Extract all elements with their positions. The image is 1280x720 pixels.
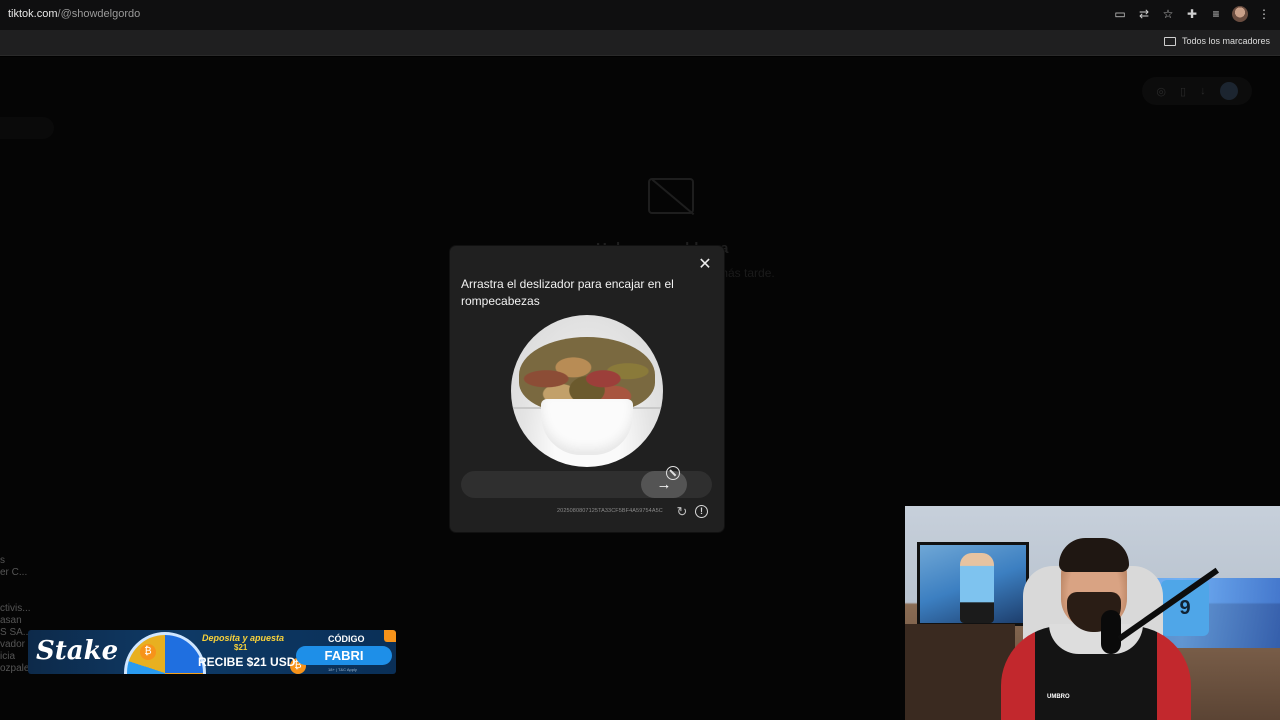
slider-handle[interactable]: → <box>641 471 687 498</box>
page-top-actions: ◎ ▯ ↓ <box>1142 77 1252 105</box>
phone-icon[interactable]: ▯ <box>1180 85 1186 98</box>
all-bookmarks-label: Todos los marcadores <box>1181 36 1270 46</box>
ad-offer: RECIBE $21 USD <box>198 655 296 669</box>
profile-avatar[interactable] <box>1232 6 1248 22</box>
menu-icon[interactable]: ⋮ <box>1256 6 1272 22</box>
ad-headline: Deposita y apuesta <box>202 633 285 643</box>
sidebar-item[interactable]: asan <box>0 614 43 626</box>
translate-icon[interactable]: ⇄ <box>1136 6 1152 22</box>
microphone <box>1101 610 1121 654</box>
url-domain: tiktok.com <box>8 8 58 20</box>
sidebar-item[interactable] <box>0 578 43 590</box>
bitcoin-icon: ₿ <box>140 644 156 660</box>
captcha-dialog: ✕ Arrastra el deslizador para encajar en… <box>450 246 724 532</box>
plant-pot <box>541 399 633 455</box>
media-control-icon[interactable]: ≡ <box>1208 6 1224 22</box>
folder-icon <box>1163 36 1176 46</box>
cast-icon[interactable]: ▭ <box>1112 6 1128 22</box>
ad-amount: $21 <box>234 643 248 652</box>
stake-logo: Stake <box>36 636 119 666</box>
tv-player-figure <box>960 553 994 623</box>
refresh-icon[interactable]: ↻ <box>675 505 689 519</box>
ad-code: FABRI <box>296 646 392 665</box>
sidebar-item[interactable]: s <box>0 554 43 566</box>
browser-actions: ▭ ⇄ ☆ ✚ ≡ ⋮ <box>1112 6 1272 22</box>
ad-fine-print: 18+ | T&C Apply <box>328 667 357 672</box>
sidebar-item[interactable] <box>0 590 43 602</box>
puzzle-image <box>511 315 663 467</box>
ad-code-label: CÓDIGO <box>328 634 365 644</box>
stake-ad-banner[interactable]: ₿ ₿ Stake Deposita y apuesta $21 RECIBE … <box>28 630 396 674</box>
all-bookmarks-button[interactable]: Todos los marcadores <box>1163 36 1270 46</box>
wall-tv <box>917 542 1029 626</box>
close-button[interactable]: ✕ <box>696 256 714 274</box>
captcha-title: Arrastra el deslizador para encajar en e… <box>461 277 674 308</box>
browser-toolbar: tiktok.com/@showdelgordo ▭ ⇄ ☆ ✚ ≡ ⋮ <box>0 0 1280 30</box>
ad-corner-badge <box>384 630 396 642</box>
address-bar[interactable]: tiktok.com/@showdelgordo <box>8 8 140 20</box>
no-video-icon <box>648 178 694 214</box>
download-icon[interactable]: ↓ <box>1200 85 1206 97</box>
grab-cursor-icon <box>666 466 680 480</box>
streamer-webcam: 9 UMBRO <box>905 506 1280 720</box>
captcha-id: 2025080807125TA33CF5BF4A59754A5C <box>557 508 663 514</box>
extensions-icon[interactable]: ✚ <box>1184 6 1200 22</box>
search-pill[interactable] <box>0 117 54 139</box>
info-icon[interactable]: ! <box>695 505 708 518</box>
sidebar-item[interactable]: ctivis... <box>0 602 43 614</box>
compass-icon[interactable]: ◎ <box>1156 85 1166 98</box>
user-avatar[interactable] <box>1219 82 1238 100</box>
hoodie-logo: UMBRO <box>1047 694 1070 700</box>
streamer-hair <box>1059 538 1129 572</box>
shelf <box>905 624 1015 720</box>
bookmarks-bar: Todos los marcadores <box>0 30 1280 56</box>
url-path: /@showdelgordo <box>57 8 141 20</box>
sidebar-item[interactable]: er C... <box>0 566 43 578</box>
star-icon[interactable]: ☆ <box>1160 6 1176 22</box>
prize-wheel <box>124 632 206 674</box>
